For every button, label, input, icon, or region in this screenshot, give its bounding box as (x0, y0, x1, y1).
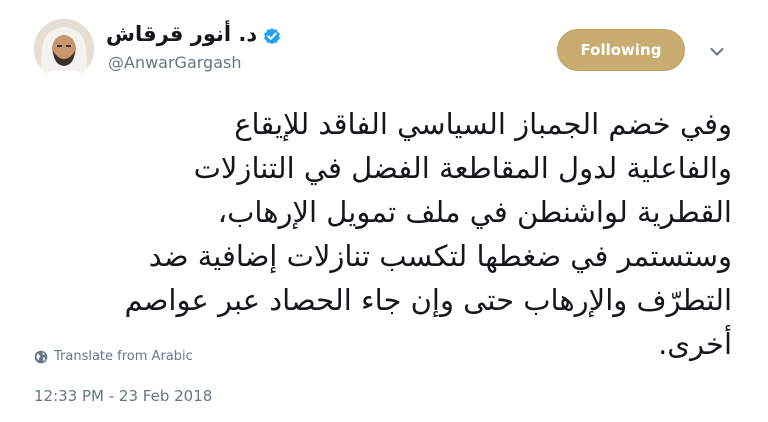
author-handle[interactable]: @AnwarGargash (108, 52, 242, 74)
tweet-text-line: والفاعلية لدول المقاطعة الفضل في التنازل… (193, 151, 732, 185)
tweet-text-line: وفي خضم الجمباز السياسي الفاقد للإيقاع (234, 107, 732, 141)
chevron-down-icon[interactable] (705, 40, 729, 64)
tweet-text-line: التطرّف والإرهاب حتى وإن جاء الحصاد عبر … (124, 283, 733, 317)
globe-icon (34, 350, 48, 363)
tweet-text: وفي خضم الجمباز السياسي الفاقد للإيقاع و… (40, 102, 733, 366)
avatar[interactable] (34, 19, 94, 79)
tweet-text-line: القطرية لواشنطن في ملف تمويل الإرهاب، (217, 195, 732, 229)
tweet-timestamp[interactable]: 12:33 PM - 23 Feb 2018 (34, 385, 212, 407)
tweet-text-line: وستستمر في ضغطها لتكسب تنازلات إضافية ضد (148, 239, 732, 273)
chevron-down-glyph (710, 48, 724, 56)
following-button[interactable]: Following (557, 29, 685, 71)
verified-badge-icon (264, 28, 280, 45)
translate-label[interactable]: Translate from Arabic (54, 349, 193, 364)
author-display-name[interactable]: د. أنور قرقاش (106, 20, 257, 48)
tweet-card: د. أنور قرقاش @AnwarGargash Following وف… (0, 0, 768, 422)
avatar-image (34, 19, 94, 79)
translate-link[interactable]: Translate from Arabic (34, 349, 193, 364)
